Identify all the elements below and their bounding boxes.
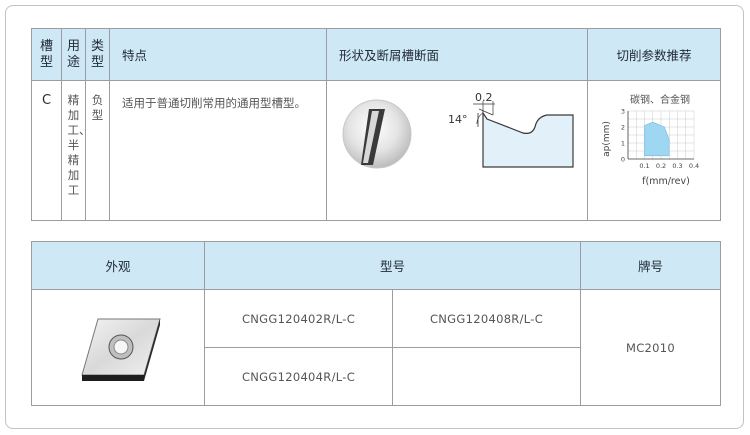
shape-diagram: 0.2 14° bbox=[342, 91, 574, 169]
y-axis-label: ap(mm) bbox=[602, 121, 612, 157]
y-tick-label: 0 bbox=[621, 156, 625, 164]
grade-cell: MC2010 bbox=[580, 289, 722, 406]
plot-area: 0.1 0.2 0.3 0.4 0 1 2 3 bbox=[621, 108, 699, 171]
x-tick-label: 0.2 bbox=[656, 162, 666, 170]
type-cell: 负型 bbox=[85, 80, 110, 221]
features-cell: 适用于普通切削常用的通用型槽型。 bbox=[109, 80, 327, 221]
header-type: 类型 bbox=[85, 28, 110, 81]
use-cell: 精加工、半精加工 bbox=[61, 80, 91, 221]
insert-edge-photo bbox=[342, 99, 412, 169]
y-tick-label: 2 bbox=[621, 124, 625, 132]
model-cell bbox=[391, 347, 582, 406]
y-tick-label: 1 bbox=[621, 140, 625, 148]
insert-image bbox=[81, 318, 161, 381]
land-width-label: 0.2 bbox=[475, 91, 493, 104]
header-features: 特点 bbox=[109, 28, 327, 81]
chipbreaker-profile: 0.2 14° bbox=[448, 91, 574, 168]
appearance-cell bbox=[31, 289, 205, 406]
groove-code: C bbox=[31, 80, 62, 221]
x-tick-label: 0.1 bbox=[639, 162, 649, 170]
x-tick-label: 0.3 bbox=[672, 162, 682, 170]
header-appearance: 外观 bbox=[31, 241, 205, 290]
model-cell: CNGG120404R/L-C bbox=[204, 347, 393, 406]
cutting-params-chart: 碳钢、合金钢 ap(mm) f(mm/rev) 0.1 0.2 0.3 0.4 0 1 2 3 bbox=[602, 93, 699, 187]
chart-title: 碳钢、合金钢 bbox=[630, 93, 690, 106]
header-model: 型号 bbox=[203, 241, 582, 290]
y-tick-label: 3 bbox=[621, 108, 625, 116]
groove-spec-table: 槽型 用途 类型 特点 形状及断屑槽断面 切削参数推荐 C 精加工、半精加工 负… bbox=[31, 28, 721, 221]
header-params: 切削参数推荐 bbox=[587, 28, 721, 81]
model-cell: CNGG120402R/L-C bbox=[204, 289, 393, 348]
header-use: 用途 bbox=[61, 28, 86, 81]
header-grade: 牌号 bbox=[580, 241, 722, 290]
x-axis-label: f(mm/rev) bbox=[642, 176, 690, 187]
params-cell: 碳钢、合金钢 ap(mm) f(mm/rev) 0.1 0.2 0.3 0.4 0 1 2 3 bbox=[587, 80, 721, 221]
header-groove: 槽型 bbox=[31, 28, 62, 81]
model-table: 外观 型号 牌号 CNGG120402R/L-C CNGG120408R/L-C… bbox=[31, 241, 722, 406]
model-cell: CNGG120408R/L-C bbox=[391, 289, 582, 348]
header-shape: 形状及断屑槽断面 bbox=[326, 28, 588, 81]
x-tick-label: 0.4 bbox=[689, 162, 699, 170]
shape-cell: 0.2 14° bbox=[326, 80, 588, 221]
rake-angle-label: 14° bbox=[448, 113, 468, 126]
